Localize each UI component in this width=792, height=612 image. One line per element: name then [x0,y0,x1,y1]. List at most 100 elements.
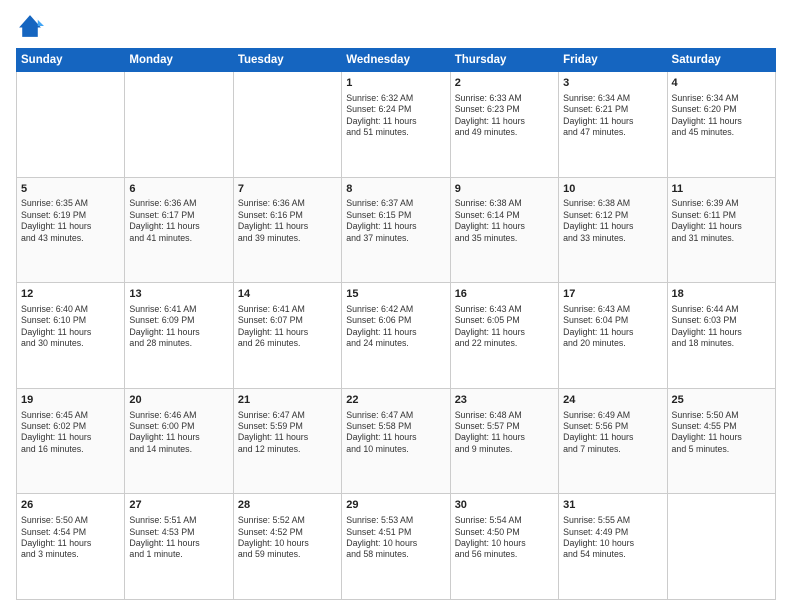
day-cell: 11Sunrise: 6:39 AM Sunset: 6:11 PM Dayli… [667,177,775,283]
day-info: Sunrise: 6:36 AM Sunset: 6:17 PM Dayligh… [129,198,228,244]
day-number: 20 [129,393,228,408]
day-number: 26 [21,498,120,513]
day-info: Sunrise: 6:48 AM Sunset: 5:57 PM Dayligh… [455,410,554,456]
day-number: 9 [455,182,554,197]
logo-icon [16,12,44,40]
day-info: Sunrise: 5:52 AM Sunset: 4:52 PM Dayligh… [238,515,337,561]
day-cell: 7Sunrise: 6:36 AM Sunset: 6:16 PM Daylig… [233,177,341,283]
day-number: 27 [129,498,228,513]
day-info: Sunrise: 6:38 AM Sunset: 6:12 PM Dayligh… [563,198,662,244]
day-cell: 22 Sunrise: 6:47 AM Sunset: 5:58 PM Dayli… [342,388,450,494]
day-cell: 6Sunrise: 6:36 AM Sunset: 6:17 PM Daylig… [125,177,233,283]
week-row-0: 1 Sunrise: 6:32 AM Sunset: 6:24 PM Daylig… [17,72,776,178]
day-number: 14 [238,287,337,302]
day-number: 4 [672,76,771,91]
day-info: Sunrise: 6:49 AM Sunset: 5:56 PM Dayligh… [563,410,662,456]
day-cell: 3Sunrise: 6:34 AM Sunset: 6:21 PM Daylig… [559,72,667,178]
week-row-2: 12 Sunrise: 6:40 AM Sunset: 6:10 PM Dayli… [17,283,776,389]
day-info: Sunrise: 5:50 AM Sunset: 4:55 PM Dayligh… [672,410,771,456]
week-row-4: 26 Sunrise: 5:50 AM Sunset: 4:54 PM Dayli… [17,494,776,600]
day-cell: 13 Sunrise: 6:41 AM Sunset: 6:09 PM Dayli… [125,283,233,389]
day-info: Sunrise: 5:50 AM Sunset: 4:54 PM Dayligh… [21,515,120,561]
day-number: 5 [21,182,120,197]
day-cell: 24 Sunrise: 6:49 AM Sunset: 5:56 PM Dayli… [559,388,667,494]
day-number: 7 [238,182,337,197]
day-number: 13 [129,287,228,302]
day-number: 2 [455,76,554,91]
day-number: 29 [346,498,445,513]
day-info: Sunrise: 5:55 AM Sunset: 4:49 PM Dayligh… [563,515,662,561]
day-number: 24 [563,393,662,408]
day-number: 6 [129,182,228,197]
day-cell: 14 Sunrise: 6:41 AM Sunset: 6:07 PM Dayli… [233,283,341,389]
weekday-header-sunday: Sunday [17,49,125,72]
day-info: Sunrise: 6:39 AM Sunset: 6:11 PM Dayligh… [672,198,771,244]
day-cell: 25Sunrise: 5:50 AM Sunset: 4:55 PM Dayli… [667,388,775,494]
day-cell: 1 Sunrise: 6:32 AM Sunset: 6:24 PM Daylig… [342,72,450,178]
day-info: Sunrise: 6:44 AM Sunset: 6:03 PM Dayligh… [672,304,771,350]
day-info: Sunrise: 6:38 AM Sunset: 6:14 PM Dayligh… [455,198,554,244]
day-cell [125,72,233,178]
day-cell: 30Sunrise: 5:54 AM Sunset: 4:50 PM Dayli… [450,494,558,600]
day-cell: 8Sunrise: 6:37 AM Sunset: 6:15 PM Daylig… [342,177,450,283]
weekday-header-saturday: Saturday [667,49,775,72]
day-info: Sunrise: 6:41 AM Sunset: 6:07 PM Dayligh… [238,304,337,350]
day-cell: 2Sunrise: 6:33 AM Sunset: 6:23 PM Daylig… [450,72,558,178]
day-cell: 12 Sunrise: 6:40 AM Sunset: 6:10 PM Dayli… [17,283,125,389]
day-info: Sunrise: 6:35 AM Sunset: 6:19 PM Dayligh… [21,198,120,244]
day-number: 17 [563,287,662,302]
day-number: 31 [563,498,662,513]
page: SundayMondayTuesdayWednesdayThursdayFrid… [0,0,792,612]
day-number: 1 [346,76,445,91]
day-number: 21 [238,393,337,408]
day-cell: 18 Sunrise: 6:44 AM Sunset: 6:03 PM Dayli… [667,283,775,389]
weekday-header-tuesday: Tuesday [233,49,341,72]
weekday-header-row: SundayMondayTuesdayWednesdayThursdayFrid… [17,49,776,72]
day-cell: 23Sunrise: 6:48 AM Sunset: 5:57 PM Dayli… [450,388,558,494]
day-info: Sunrise: 6:34 AM Sunset: 6:20 PM Dayligh… [672,93,771,139]
day-cell: 27 Sunrise: 5:51 AM Sunset: 4:53 PM Dayli… [125,494,233,600]
day-info: Sunrise: 5:54 AM Sunset: 4:50 PM Dayligh… [455,515,554,561]
day-cell: 29 Sunrise: 5:53 AM Sunset: 4:51 PM Dayli… [342,494,450,600]
day-cell: 5Sunrise: 6:35 AM Sunset: 6:19 PM Daylig… [17,177,125,283]
day-cell: 16Sunrise: 6:43 AM Sunset: 6:05 PM Dayli… [450,283,558,389]
calendar-table: SundayMondayTuesdayWednesdayThursdayFrid… [16,48,776,600]
day-number: 15 [346,287,445,302]
day-info: Sunrise: 6:36 AM Sunset: 6:16 PM Dayligh… [238,198,337,244]
day-cell: 21 Sunrise: 6:47 AM Sunset: 5:59 PM Dayli… [233,388,341,494]
logo [16,12,48,40]
day-info: Sunrise: 6:42 AM Sunset: 6:06 PM Dayligh… [346,304,445,350]
day-cell: 20 Sunrise: 6:46 AM Sunset: 6:00 PM Dayli… [125,388,233,494]
day-info: Sunrise: 6:47 AM Sunset: 5:59 PM Dayligh… [238,410,337,456]
week-row-3: 19Sunrise: 6:45 AM Sunset: 6:02 PM Dayli… [17,388,776,494]
day-cell: 28 Sunrise: 5:52 AM Sunset: 4:52 PM Dayli… [233,494,341,600]
day-number: 12 [21,287,120,302]
day-number: 28 [238,498,337,513]
day-info: Sunrise: 6:41 AM Sunset: 6:09 PM Dayligh… [129,304,228,350]
day-info: Sunrise: 6:40 AM Sunset: 6:10 PM Dayligh… [21,304,120,350]
day-info: Sunrise: 6:34 AM Sunset: 6:21 PM Dayligh… [563,93,662,139]
day-cell: 9Sunrise: 6:38 AM Sunset: 6:14 PM Daylig… [450,177,558,283]
day-number: 8 [346,182,445,197]
weekday-header-thursday: Thursday [450,49,558,72]
day-info: Sunrise: 6:43 AM Sunset: 6:04 PM Dayligh… [563,304,662,350]
day-cell: 17 Sunrise: 6:43 AM Sunset: 6:04 PM Dayli… [559,283,667,389]
day-cell: 4 Sunrise: 6:34 AM Sunset: 6:20 PM Daylig… [667,72,775,178]
day-info: Sunrise: 6:45 AM Sunset: 6:02 PM Dayligh… [21,410,120,456]
day-number: 18 [672,287,771,302]
day-cell: 26 Sunrise: 5:50 AM Sunset: 4:54 PM Dayli… [17,494,125,600]
day-info: Sunrise: 6:46 AM Sunset: 6:00 PM Dayligh… [129,410,228,456]
day-cell [233,72,341,178]
day-cell: 10Sunrise: 6:38 AM Sunset: 6:12 PM Dayli… [559,177,667,283]
day-info: Sunrise: 5:53 AM Sunset: 4:51 PM Dayligh… [346,515,445,561]
day-number: 22 [346,393,445,408]
weekday-header-friday: Friday [559,49,667,72]
day-info: Sunrise: 6:32 AM Sunset: 6:24 PM Dayligh… [346,93,445,139]
day-cell [667,494,775,600]
day-info: Sunrise: 6:43 AM Sunset: 6:05 PM Dayligh… [455,304,554,350]
day-cell: 19Sunrise: 6:45 AM Sunset: 6:02 PM Dayli… [17,388,125,494]
day-number: 11 [672,182,771,197]
day-info: Sunrise: 6:47 AM Sunset: 5:58 PM Dayligh… [346,410,445,456]
day-info: Sunrise: 5:51 AM Sunset: 4:53 PM Dayligh… [129,515,228,561]
day-number: 10 [563,182,662,197]
